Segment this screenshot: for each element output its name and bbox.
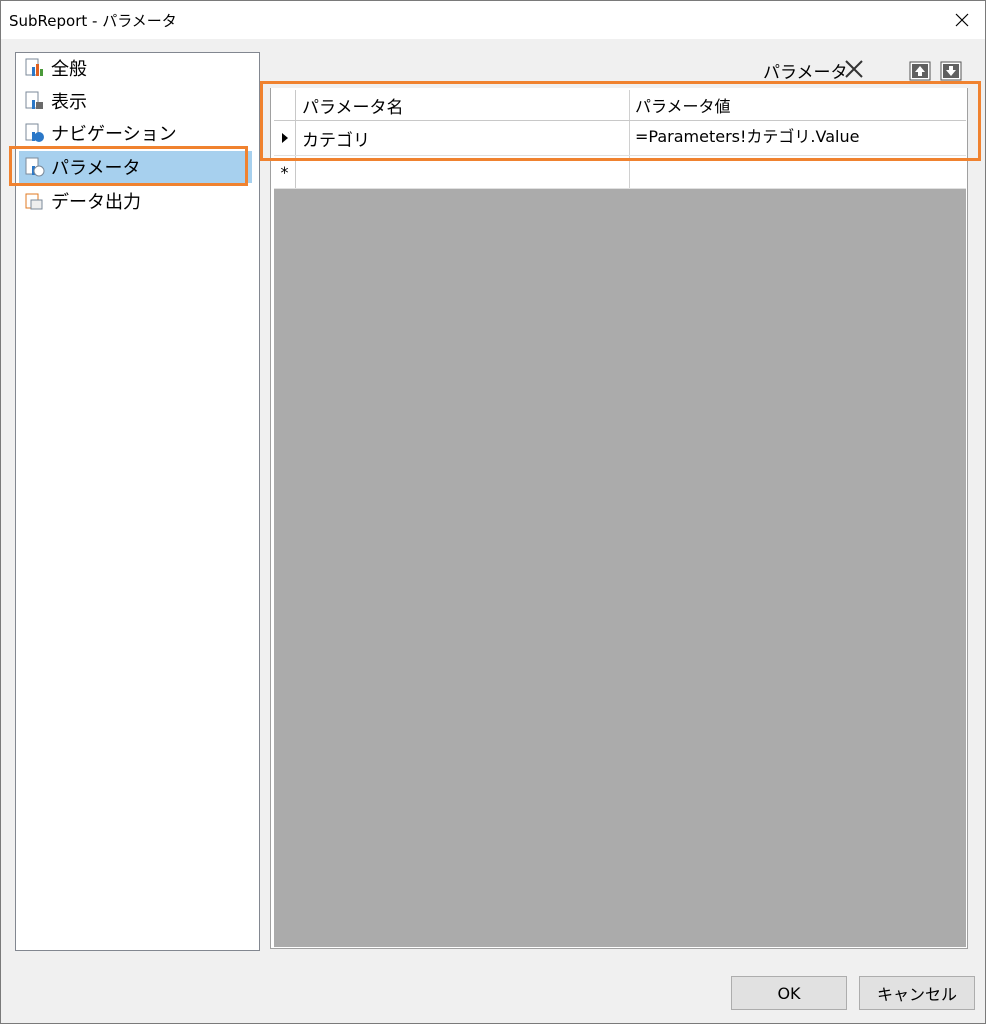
nav-item-general[interactable]: 全般 <box>19 52 252 84</box>
arrow-up-icon <box>909 61 931 81</box>
highlight-box-grid <box>260 81 981 161</box>
toolbar-label: パラメータ <box>763 63 848 83</box>
cancel-button[interactable]: キャンセル <box>859 976 975 1010</box>
nav-item-display[interactable]: 表示 <box>19 85 252 117</box>
nav-item-label: ナビゲーション <box>51 124 177 145</box>
nav-item-label: データ出力 <box>51 192 141 213</box>
nav-item-navigation[interactable]: ナビゲーション <box>19 117 252 149</box>
title-bar: SubReport - パラメータ <box>1 1 985 39</box>
window-title: SubReport - パラメータ <box>9 12 177 30</box>
ok-button[interactable]: OK <box>731 976 847 1010</box>
nav-item-data-output[interactable]: データ出力 <box>19 185 252 217</box>
nav-item-label: 表示 <box>51 92 87 113</box>
move-up-button[interactable] <box>909 61 931 81</box>
report-general-icon <box>23 57 45 79</box>
parameter-grid <box>274 90 966 947</box>
data-output-icon <box>23 190 45 212</box>
highlight-box-nav <box>9 146 248 186</box>
report-navigation-icon <box>23 122 45 144</box>
move-down-button[interactable] <box>940 61 962 81</box>
close-button[interactable] <box>939 1 985 39</box>
nav-item-label: 全般 <box>51 59 87 80</box>
delete-parameter-button[interactable] <box>843 58 865 80</box>
close-icon <box>955 13 969 27</box>
report-display-icon <box>23 90 45 112</box>
arrow-down-icon <box>940 61 962 81</box>
delete-icon <box>845 60 863 78</box>
